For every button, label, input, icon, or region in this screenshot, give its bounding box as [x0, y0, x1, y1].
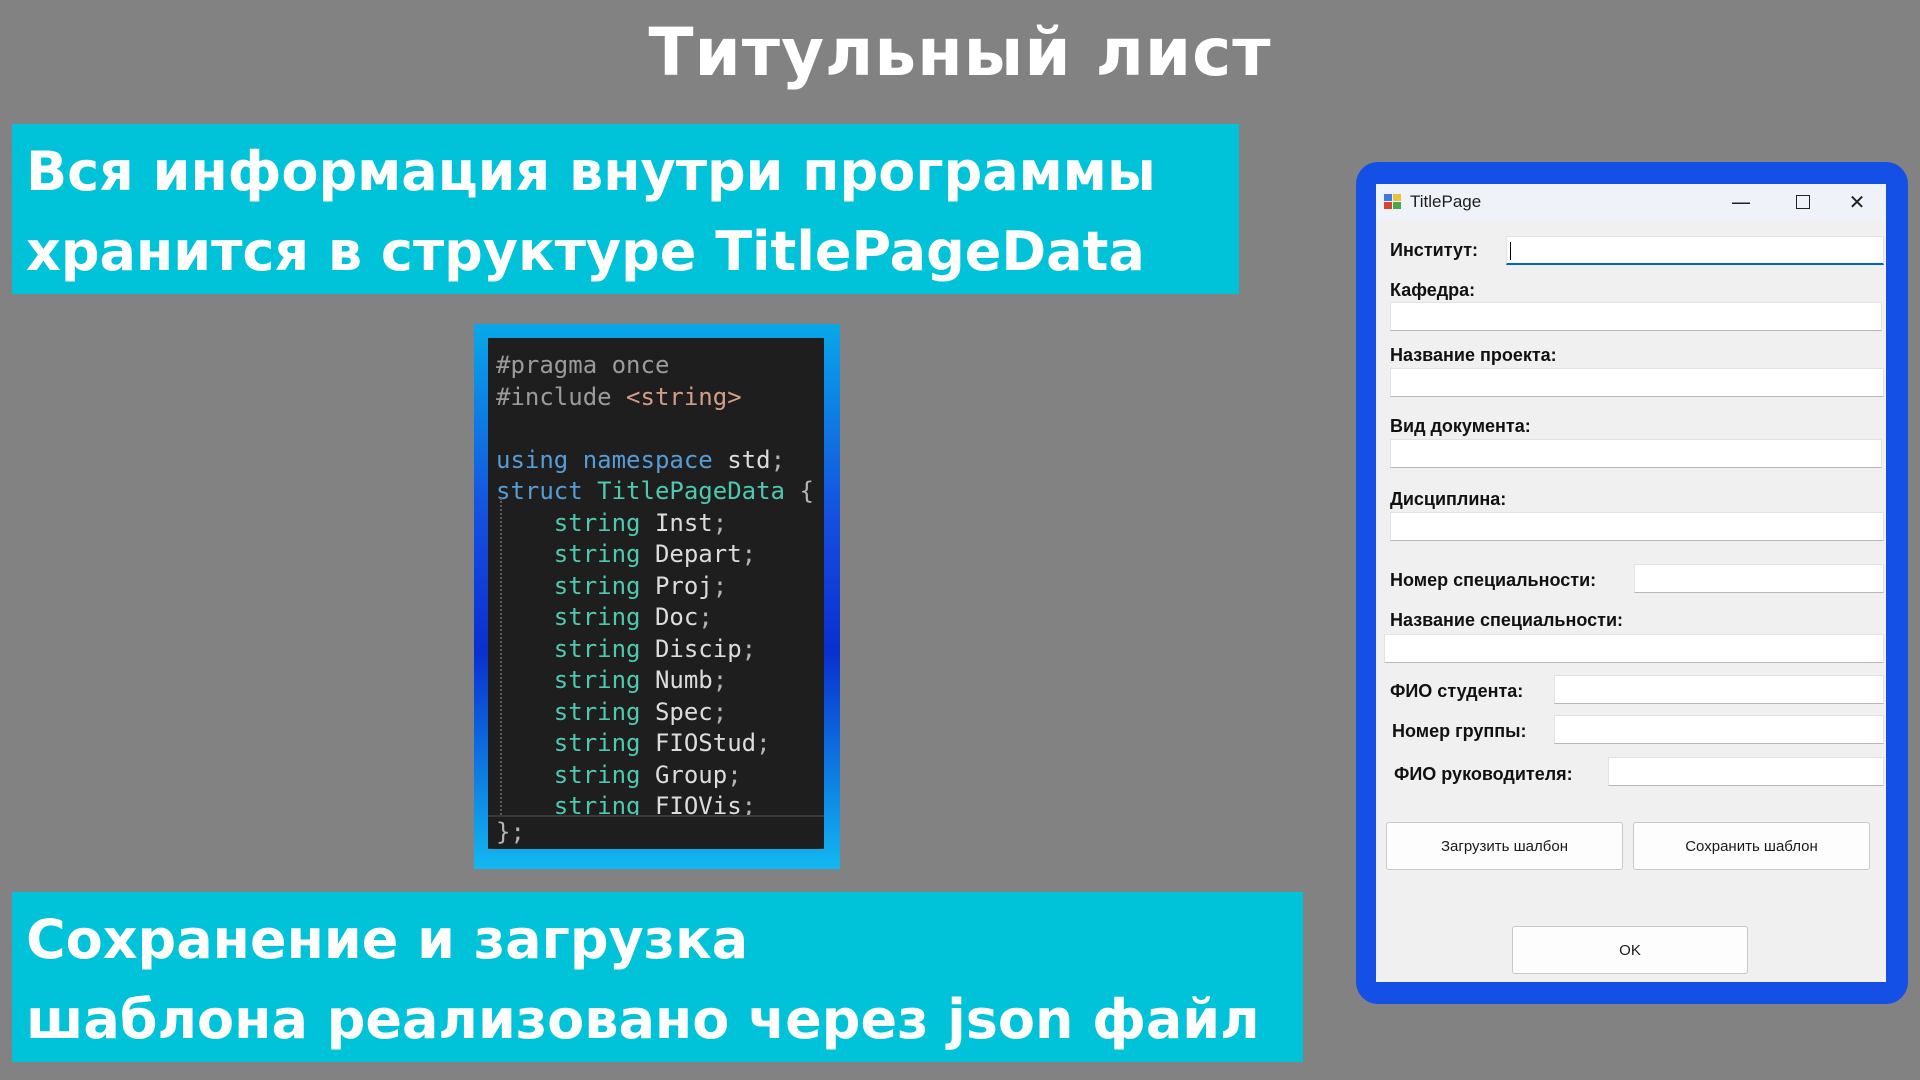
maximize-button[interactable]	[1772, 184, 1834, 220]
window-title: TitlePage	[1410, 192, 1482, 211]
title-bar[interactable]: TitlePage — ✕	[1376, 184, 1886, 220]
banner-bottom-line-2: шаблона реализовано через json файл	[26, 988, 1260, 1051]
info-banner-top: Вся информация внутри программы хранится…	[12, 124, 1239, 294]
supervisor-input[interactable]	[1608, 757, 1884, 786]
code-field-line: string Depart;	[553, 540, 757, 568]
label-group: Номер группы:	[1392, 721, 1527, 741]
spec-name-input[interactable]	[1384, 634, 1884, 663]
window-highlight-frame: TitlePage — ✕ Институт: Кафедра: Названи…	[1356, 162, 1908, 1004]
label-student: ФИО студента:	[1390, 681, 1524, 701]
label-supervisor: ФИО руководителя:	[1394, 764, 1573, 784]
code-line-include: #include <string>	[496, 382, 742, 411]
institute-input[interactable]	[1506, 236, 1884, 265]
code-field-line: string FIOStud;	[553, 729, 771, 757]
project-input[interactable]	[1390, 368, 1884, 397]
group-input[interactable]	[1554, 715, 1884, 744]
code-screenshot-frame: #pragma once #include <string> using nam…	[474, 324, 840, 869]
banner-top-line-1: Вся информация внутри программы	[26, 140, 1156, 203]
label-institute: Институт:	[1390, 240, 1479, 260]
code-line-struct: struct TitlePageData {	[496, 477, 814, 505]
code-field-line: string Numb;	[553, 666, 728, 694]
label-discipline: Дисциплина:	[1390, 489, 1507, 509]
code-editor: #pragma once #include <string> using nam…	[488, 338, 824, 849]
maximize-icon	[1796, 195, 1810, 209]
code-field-line: string Spec;	[553, 697, 728, 726]
discipline-input[interactable]	[1390, 512, 1884, 541]
save-template-button[interactable]: Сохранить шаблон	[1633, 822, 1870, 870]
text-caret	[1510, 242, 1511, 260]
banner-top-line-2: хранится в структуре TitlePageData	[26, 220, 1145, 283]
student-input[interactable]	[1554, 675, 1884, 704]
titlepage-window: TitlePage — ✕ Институт: Кафедра: Названи…	[1376, 184, 1886, 982]
code-line-close: };	[488, 815, 824, 849]
code-field-line: string Proj;	[553, 571, 728, 600]
winforms-app-icon	[1384, 194, 1402, 210]
code-line-pragma: #pragma once	[496, 351, 670, 379]
code-field-line: string Discip;	[553, 634, 757, 663]
ok-button[interactable]: OK	[1512, 926, 1748, 974]
slide-title: Титульный лист	[648, 14, 1272, 91]
label-doc-type: Вид документа:	[1390, 416, 1531, 436]
label-spec-name: Название специальности:	[1390, 610, 1624, 630]
banner-bottom-line-1: Сохранение и загрузка	[26, 908, 749, 971]
code-field-line: string Inst;	[553, 508, 728, 537]
close-button[interactable]: ✕	[1826, 184, 1886, 220]
label-spec-number: Номер специальности:	[1390, 570, 1597, 590]
department-input[interactable]	[1390, 302, 1882, 331]
spec-number-input[interactable]	[1634, 564, 1884, 593]
doc-type-input[interactable]	[1390, 439, 1882, 468]
indent-guide	[500, 498, 502, 823]
info-banner-bottom: Сохранение и загрузка шаблона реализован…	[12, 892, 1303, 1062]
code-field-line: string Group;	[553, 760, 742, 789]
code-field-line: string Doc;	[553, 603, 713, 631]
minimize-icon: —	[1731, 190, 1751, 214]
label-project: Название проекта:	[1390, 345, 1557, 365]
close-icon: ✕	[1848, 190, 1866, 214]
load-template-button[interactable]: Загрузить шалбон	[1386, 822, 1623, 870]
label-department: Кафедра:	[1390, 280, 1476, 300]
code-line-using: using namespace std;	[496, 445, 786, 474]
minimize-button[interactable]: —	[1710, 184, 1772, 220]
